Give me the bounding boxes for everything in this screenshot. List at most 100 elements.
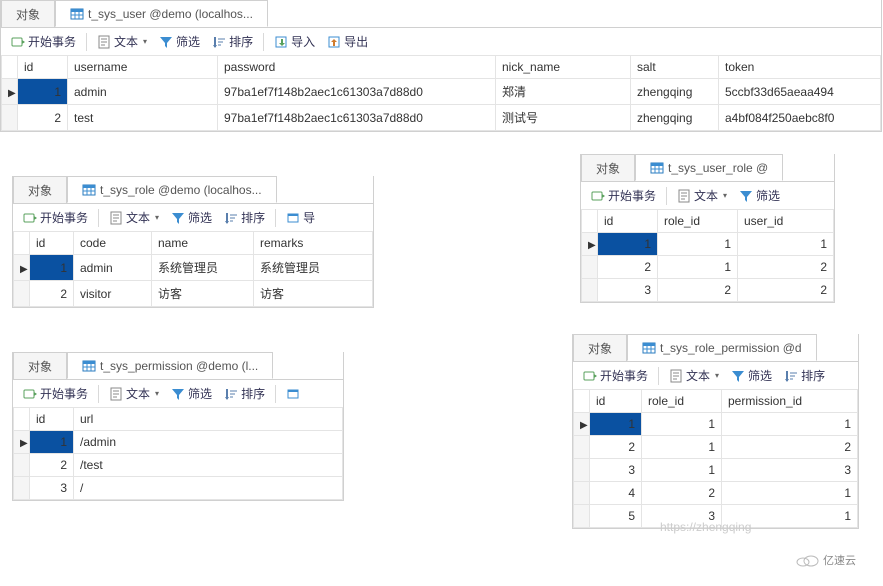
cell-token[interactable]: 5ccbf33d65aeaa494 [719, 79, 881, 105]
begin-transaction-button[interactable]: 开始事务 [17, 383, 94, 404]
user-role-table[interactable]: id role_id user_id ▶ 1 1 1 2 1 2 3 2 2 [581, 210, 834, 302]
cell-nickname[interactable]: 测试号 [496, 105, 631, 131]
cell[interactable]: 2 [722, 436, 858, 459]
col-code[interactable]: code [74, 232, 152, 255]
cell[interactable]: admin [74, 255, 152, 281]
cell[interactable]: 1 [590, 413, 642, 436]
cell-username[interactable]: admin [68, 79, 218, 105]
col-id[interactable]: id [30, 232, 74, 255]
export-button[interactable]: 导出 [321, 31, 374, 52]
cell[interactable]: 2 [590, 436, 642, 459]
col-salt[interactable]: salt [631, 56, 719, 79]
cell[interactable]: 系统管理员 [254, 255, 373, 281]
cell[interactable]: 2 [738, 279, 834, 302]
table-row[interactable]: ▶ 1 admin 系统管理员 系统管理员 [14, 255, 373, 281]
begin-transaction-button[interactable]: 开始事务 [17, 207, 94, 228]
tab-objects[interactable]: 对象 [13, 176, 67, 203]
cell[interactable]: 2 [658, 279, 738, 302]
col-name[interactable]: name [152, 232, 254, 255]
cell-password[interactable]: 97ba1ef7f148b2aec1c61303a7d88d0 [218, 79, 496, 105]
table-row[interactable]: 3 / [14, 477, 343, 500]
cell[interactable]: 2 [30, 454, 74, 477]
col-role-id[interactable]: role_id [642, 390, 722, 413]
cell[interactable]: 3 [30, 477, 74, 500]
filter-button[interactable]: 筛选 [165, 383, 218, 404]
col-role-id[interactable]: role_id [658, 210, 738, 233]
text-button[interactable]: 文本▾ [663, 365, 725, 386]
tab-objects[interactable]: 对象 [573, 334, 627, 361]
cell[interactable]: visitor [74, 281, 152, 307]
tab-role-table[interactable]: t_sys_role @demo (localhos... [67, 176, 277, 203]
cell[interactable]: 1 [30, 431, 74, 454]
col-url[interactable]: url [74, 408, 343, 431]
import-button[interactable] [280, 385, 306, 403]
sort-button[interactable]: 排序 [778, 365, 831, 386]
tab-user-table[interactable]: t_sys_user @demo (localhos... [55, 0, 268, 27]
cell[interactable]: 1 [642, 459, 722, 482]
tab-permission-table[interactable]: t_sys_permission @demo (l... [67, 352, 273, 379]
col-username[interactable]: username [68, 56, 218, 79]
filter-button[interactable]: 筛选 [725, 365, 778, 386]
tab-objects[interactable]: 对象 [1, 0, 55, 27]
table-row[interactable]: ▶ 1 /admin [14, 431, 343, 454]
table-row[interactable]: ▶ 1 admin 97ba1ef7f148b2aec1c61303a7d88d… [2, 79, 881, 105]
sort-button[interactable]: 排序 [218, 383, 271, 404]
begin-transaction-button[interactable]: 开始事务 [585, 185, 662, 206]
filter-button[interactable]: 筛选 [153, 31, 206, 52]
col-id[interactable]: id [590, 390, 642, 413]
cell[interactable]: /test [74, 454, 343, 477]
user-table[interactable]: id username password nick_name salt toke… [1, 56, 881, 131]
col-remarks[interactable]: remarks [254, 232, 373, 255]
text-button[interactable]: 文本▾ [671, 185, 733, 206]
cell-password[interactable]: 97ba1ef7f148b2aec1c61303a7d88d0 [218, 105, 496, 131]
permission-table[interactable]: id url ▶ 1 /admin 2 /test 3 / [13, 408, 343, 500]
table-row[interactable]: 2 1 2 [582, 256, 834, 279]
col-id[interactable]: id [18, 56, 68, 79]
tab-user-role-table[interactable]: t_sys_user_role @ [635, 154, 783, 181]
cell[interactable]: 访客 [152, 281, 254, 307]
text-button[interactable]: 文本▾ [103, 383, 165, 404]
import-button[interactable]: 导入 [268, 31, 321, 52]
cell[interactable]: 4 [590, 482, 642, 505]
cell[interactable]: 3 [642, 505, 722, 528]
table-row[interactable]: 2 1 2 [574, 436, 858, 459]
cell[interactable]: 2 [642, 482, 722, 505]
cell[interactable]: 3 [722, 459, 858, 482]
role-permission-table[interactable]: id role_id permission_id ▶ 1 1 1 2 1 2 3… [573, 390, 858, 528]
role-table[interactable]: id code name remarks ▶ 1 admin 系统管理员 系统管… [13, 232, 373, 307]
cell[interactable]: 访客 [254, 281, 373, 307]
col-id[interactable]: id [598, 210, 658, 233]
cell[interactable]: / [74, 477, 343, 500]
cell-id[interactable]: 2 [18, 105, 68, 131]
col-token[interactable]: token [719, 56, 881, 79]
cell[interactable]: 系统管理员 [152, 255, 254, 281]
cell[interactable]: 2 [30, 281, 74, 307]
cell[interactable]: /admin [74, 431, 343, 454]
cell[interactable]: 3 [590, 459, 642, 482]
table-row[interactable]: 3 1 3 [574, 459, 858, 482]
cell-salt[interactable]: zhengqing [631, 79, 719, 105]
sort-button[interactable]: 排序 [218, 207, 271, 228]
cell[interactable]: 1 [642, 436, 722, 459]
cell[interactable]: 2 [598, 256, 658, 279]
cell[interactable]: 5 [590, 505, 642, 528]
begin-transaction-button[interactable]: 开始事务 [5, 31, 82, 52]
sort-button[interactable]: 排序 [206, 31, 259, 52]
table-row[interactable]: 3 2 2 [582, 279, 834, 302]
table-row[interactable]: ▶ 1 1 1 [582, 233, 834, 256]
cell[interactable]: 1 [722, 505, 858, 528]
col-password[interactable]: password [218, 56, 496, 79]
cell[interactable]: 1 [658, 256, 738, 279]
col-user-id[interactable]: user_id [738, 210, 834, 233]
table-row[interactable]: 5 3 1 [574, 505, 858, 528]
text-button[interactable]: 文本▾ [103, 207, 165, 228]
cell-id[interactable]: 1 [18, 79, 68, 105]
cell[interactable]: 1 [738, 233, 834, 256]
cell-salt[interactable]: zhengqing [631, 105, 719, 131]
table-row[interactable]: ▶ 1 1 1 [574, 413, 858, 436]
cell[interactable]: 2 [738, 256, 834, 279]
cell[interactable]: 1 [658, 233, 738, 256]
col-id[interactable]: id [30, 408, 74, 431]
cell[interactable]: 1 [722, 413, 858, 436]
cell[interactable]: 1 [642, 413, 722, 436]
